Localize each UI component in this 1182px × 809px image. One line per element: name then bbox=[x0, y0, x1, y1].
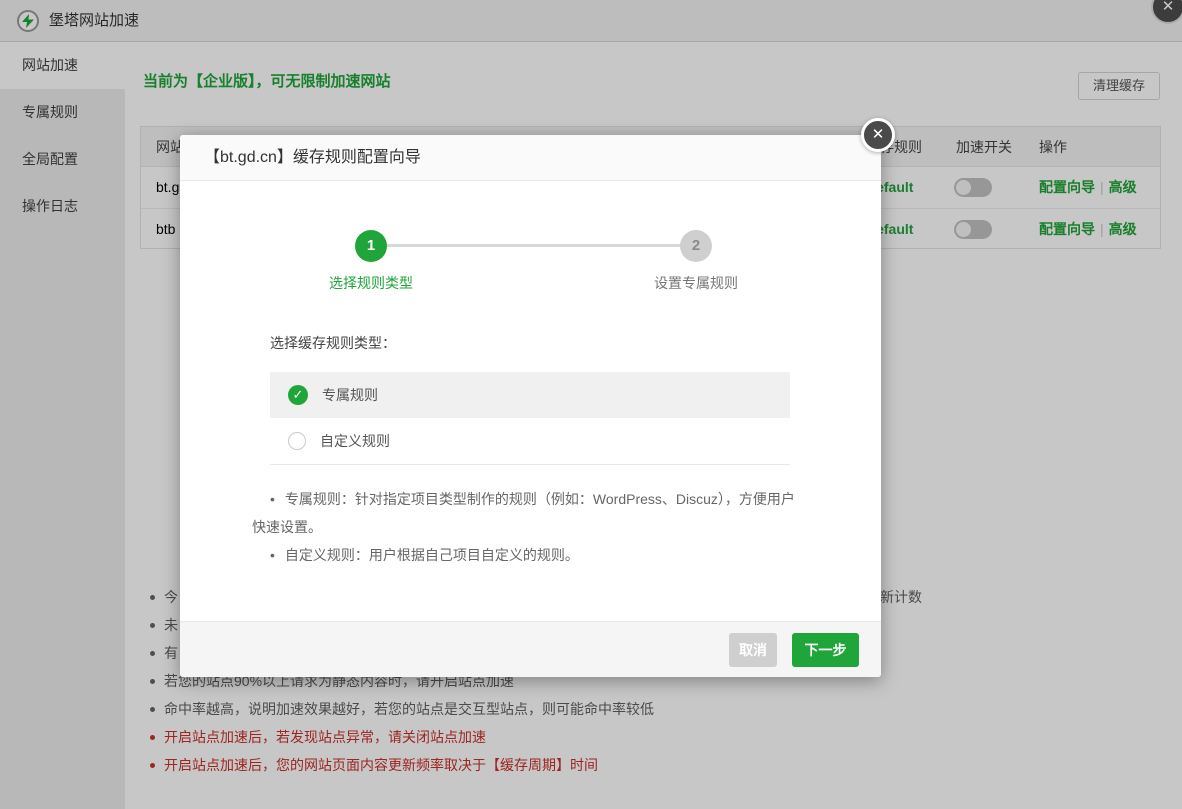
check-circle-icon: ✓ bbox=[288, 385, 308, 405]
step-1-label: 选择规则类型 bbox=[291, 273, 451, 293]
bullet-dot: • bbox=[270, 547, 285, 563]
modal-footer: 取消 下一步 bbox=[180, 621, 881, 677]
option-label: 自定义规则 bbox=[320, 431, 390, 451]
option-label: 专属规则 bbox=[322, 385, 378, 405]
cancel-button[interactable]: 取消 bbox=[729, 633, 777, 667]
rule-type-prompt: 选择缓存规则类型： bbox=[270, 333, 396, 353]
stepper-connector bbox=[371, 244, 696, 247]
step-2-circle: 2 bbox=[680, 230, 712, 262]
description-item: •专属规则：针对指定项目类型制作的规则（例如：WordPress、Discuz）… bbox=[252, 485, 797, 541]
modal-close-button[interactable]: ✕ bbox=[861, 118, 895, 152]
option-descriptions: •专属规则：针对指定项目类型制作的规则（例如：WordPress、Discuz）… bbox=[252, 485, 797, 569]
description-item: •自定义规则：用户根据自己项目自定义的规则。 bbox=[252, 541, 797, 569]
step-2-label: 设置专属规则 bbox=[616, 273, 776, 293]
modal-title: 【bt.gd.cn】缓存规则配置向导 bbox=[180, 135, 881, 181]
rule-type-options: ✓ 专属规则 自定义规则 bbox=[270, 372, 790, 465]
step-1-circle: 1 bbox=[355, 230, 387, 262]
option-exclusive-rule[interactable]: ✓ 专属规则 bbox=[270, 372, 790, 418]
next-step-button[interactable]: 下一步 bbox=[792, 633, 859, 667]
close-icon: ✕ bbox=[872, 126, 885, 143]
plugin-window: 堡塔网站加速 ✕ 网站加速 专属规则 全局配置 操作日志 当前为【企业版】，可无… bbox=[0, 0, 1182, 809]
radio-circle-icon bbox=[288, 432, 306, 450]
option-custom-rule[interactable]: 自定义规则 bbox=[270, 418, 790, 464]
cache-rule-wizard-modal: 【bt.gd.cn】缓存规则配置向导 ✕ 1 2 选择规则类型 设置专属规则 选… bbox=[180, 135, 881, 677]
bullet-dot: • bbox=[270, 491, 285, 507]
